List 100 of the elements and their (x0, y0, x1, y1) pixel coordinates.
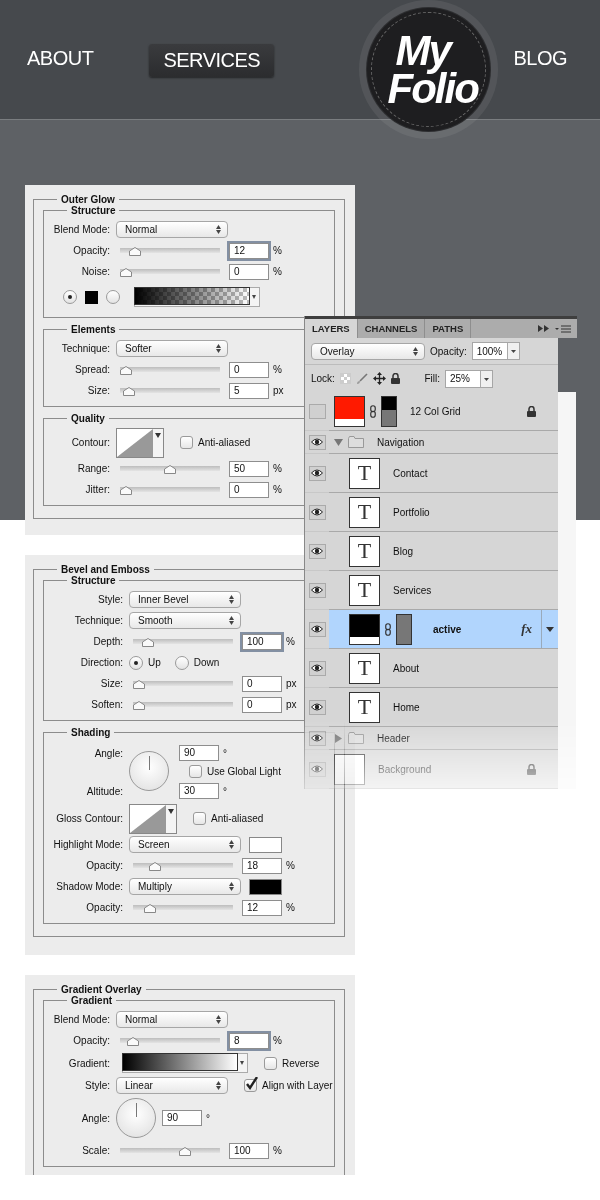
link-icon (385, 622, 391, 636)
effects-badge[interactable]: fx (521, 621, 532, 637)
dropdown[interactable]: Multiply (129, 878, 241, 895)
number-field[interactable]: 0 (229, 481, 269, 498)
collapse-icon[interactable] (538, 325, 549, 332)
visibility-toggle[interactable] (308, 504, 326, 520)
menu-icon[interactable] (555, 324, 571, 333)
field-label: Altitude: (85, 785, 123, 797)
slider-thumb[interactable] (148, 861, 161, 871)
number-field[interactable]: 100 (229, 1142, 269, 1159)
nav-link[interactable]: ABOUT (27, 47, 94, 70)
visibility-toggle[interactable] (308, 403, 326, 419)
field-label: Style: (97, 594, 123, 605)
angle-dial[interactable] (129, 751, 169, 791)
dropdown[interactable]: Inner Bevel (129, 591, 241, 608)
visibility-toggle[interactable] (308, 582, 326, 598)
slider-track[interactable] (120, 385, 220, 396)
number-field[interactable]: 8 (229, 1032, 269, 1049)
slider-track[interactable] (133, 699, 233, 710)
number-field[interactable]: 18 (242, 857, 282, 874)
nav-link[interactable]: BLOG (513, 47, 567, 70)
dropdown[interactable]: Normal (116, 1011, 228, 1028)
visibility-toggle[interactable] (308, 699, 326, 715)
checkbox[interactable] (180, 436, 193, 449)
slider-thumb[interactable] (120, 365, 132, 375)
visibility-toggle[interactable] (308, 621, 326, 637)
brush-icon[interactable] (355, 372, 368, 385)
slider-thumb[interactable] (178, 1146, 191, 1156)
dropdown[interactable]: Softer (116, 340, 228, 357)
field-label: Blend Mode: (53, 224, 110, 235)
unit-label: % (273, 1035, 282, 1046)
move-icon[interactable] (372, 372, 386, 385)
number-field[interactable]: 0 (229, 263, 269, 280)
section-title: Gradient (70, 995, 113, 1006)
visibility-toggle[interactable] (308, 543, 326, 559)
slider-thumb[interactable] (141, 637, 154, 647)
slider-thumb[interactable] (133, 679, 145, 689)
color-swatch[interactable] (249, 836, 282, 853)
checkbox[interactable] (244, 1079, 257, 1092)
visibility-toggle[interactable] (308, 660, 326, 676)
dropdown[interactable]: Linear (116, 1077, 228, 1094)
slider-track[interactable] (133, 678, 233, 689)
dropdown[interactable]: Smooth (129, 612, 241, 629)
lock-all-icon[interactable] (390, 373, 400, 384)
number-field[interactable]: 90 (162, 1110, 202, 1126)
field-label: Style: (84, 1080, 110, 1091)
number-field[interactable]: 0 (229, 361, 269, 378)
number-field[interactable]: 12 (229, 242, 269, 259)
number-field[interactable]: 12 (242, 899, 282, 916)
slider-thumb[interactable] (128, 246, 141, 256)
checker-icon[interactable] (339, 373, 351, 384)
slider-track[interactable] (120, 266, 220, 277)
slider-thumb[interactable] (164, 464, 176, 474)
contour-picker[interactable] (129, 803, 177, 834)
checkbox[interactable] (189, 764, 202, 778)
angle-dial[interactable] (116, 1098, 156, 1138)
slider-thumb[interactable] (133, 700, 145, 710)
disclosure-triangle-icon[interactable] (334, 437, 343, 447)
radio-button[interactable] (129, 655, 143, 670)
visibility-toggle[interactable] (308, 761, 326, 777)
layer-thumbnail: T (349, 652, 380, 684)
slider-track[interactable] (120, 484, 220, 495)
number-field[interactable]: 0 (242, 675, 282, 692)
field-label: Opacity: (72, 1035, 110, 1046)
checkbox[interactable] (193, 812, 206, 825)
radio-button[interactable] (106, 290, 120, 304)
slider-thumb[interactable] (120, 267, 132, 277)
visibility-toggle[interactable] (308, 730, 326, 746)
disclosure-triangle-icon[interactable] (334, 733, 343, 743)
contour-picker[interactable] (116, 427, 164, 458)
radio-button[interactable] (174, 655, 189, 670)
number-field[interactable]: 0 (242, 696, 282, 713)
radio-button[interactable] (63, 290, 77, 304)
color-swatch[interactable] (249, 878, 282, 895)
dropdown[interactable]: Normal (116, 221, 228, 238)
gradient-picker[interactable] (122, 1053, 248, 1073)
updown-arrows-icon (229, 882, 234, 891)
blend-mode-dropdown[interactable]: Overlay (311, 342, 425, 360)
color-swatch[interactable] (85, 290, 98, 304)
number-field[interactable]: 100 (242, 633, 282, 650)
gradient-picker[interactable] (134, 287, 260, 307)
number-field[interactable]: 5 (229, 382, 269, 399)
slider-thumb[interactable] (143, 903, 156, 913)
checkbox[interactable] (264, 1056, 277, 1070)
number-field[interactable]: 90 (179, 745, 219, 761)
slider-thumb[interactable] (127, 1036, 140, 1046)
number-field[interactable]: 30 (179, 783, 219, 799)
slider-track[interactable] (120, 364, 220, 375)
updown-arrows-icon (216, 1015, 221, 1024)
panel-tab[interactable]: LAYERS (305, 319, 358, 338)
slider-thumb[interactable] (120, 485, 132, 495)
layer-thumbnail: T (349, 457, 380, 489)
fill-field[interactable]: 25% (445, 369, 493, 388)
number-field[interactable]: 50 (229, 460, 269, 477)
slider-thumb[interactable] (122, 386, 135, 396)
opacity-field[interactable]: 100% (471, 342, 520, 360)
visibility-toggle[interactable] (308, 465, 326, 481)
nav-button[interactable]: SERVICES (149, 44, 275, 77)
dropdown[interactable]: Screen (129, 836, 241, 853)
visibility-toggle[interactable] (308, 434, 326, 450)
